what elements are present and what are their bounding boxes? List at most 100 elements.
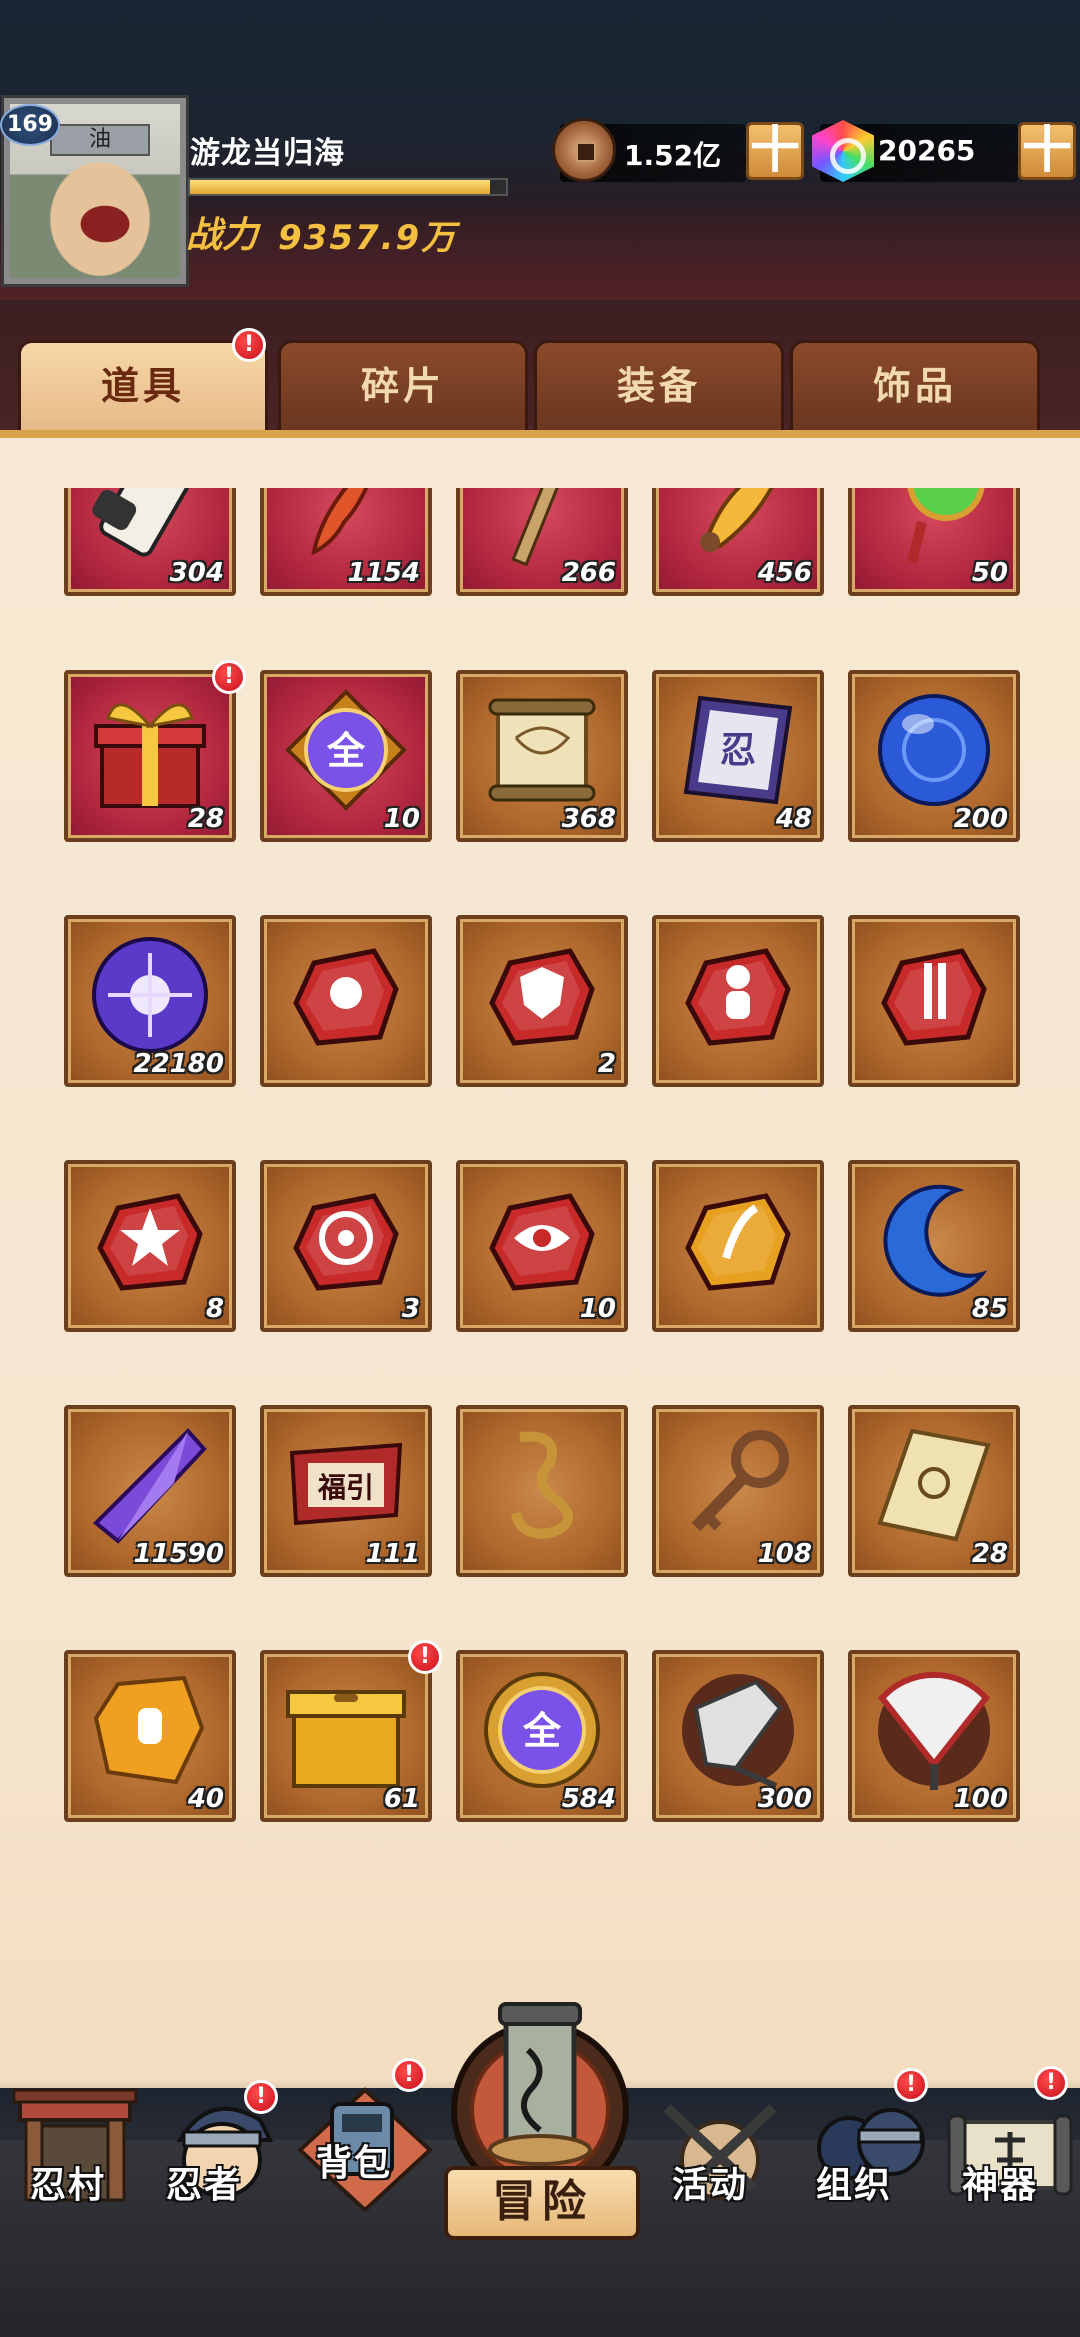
inventory-item[interactable]: 1154 [260,488,432,596]
red-stone-burst-icon [97,1193,203,1291]
nav-village-label: 忍村 [30,2165,107,2206]
item-count: 108 [757,1539,812,1569]
svg-text:福引: 福引 [317,1471,374,1504]
item-count: 10 [383,804,420,834]
inventory-item[interactable]: 40 [64,1650,236,1822]
inventory-item[interactable]: 266 [456,488,628,596]
inventory-item[interactable] [456,1405,628,1577]
war-fan-icon [878,1671,990,1790]
tab-equipment[interactable]: 装备 [534,340,784,432]
nav-backpack-label: 背包 [316,2143,393,2184]
nav-ninja-label: 忍者 [166,2165,243,2206]
golden-box-icon [286,1690,406,1788]
key-icon [691,1430,789,1532]
inventory-item[interactable] [260,915,432,1087]
power-value: 9357.9万 [278,218,458,258]
inventory-item[interactable]: 11590 [64,1405,236,1577]
scroll-icon [92,488,201,557]
inventory-item[interactable]: 108 [652,1405,824,1577]
player-name: 游龙当归海 [190,136,345,171]
item-count: 111 [365,1539,420,1569]
item-count: 8 [205,1294,224,1324]
purple-orb-gold-quan-icon: 全 [484,1672,600,1788]
item-count: 28 [971,1539,1008,1569]
inventory-item[interactable] [848,915,1020,1087]
tab-items[interactable]: 道具 [18,340,268,432]
nav-artifact-alert-badge: ! [1034,2066,1068,2100]
red-stone-shield-icon [489,948,595,1046]
red-stone-figure-icon [685,948,791,1046]
inventory-item[interactable]: 50 [848,488,1020,596]
inventory-item[interactable]: 85 [848,1160,1020,1332]
inventory-item[interactable]: 全 584 [456,1650,628,1822]
blue-moon-icon [883,1184,988,1297]
purple-crystal-icon [93,1428,207,1544]
amber-stone-icon [93,1675,205,1785]
purple-energy-orb-icon [92,937,208,1053]
item-count: 61 [383,1784,420,1814]
inventory-item[interactable]: 3 [260,1160,432,1332]
inventory-item[interactable]: 304 [64,488,236,596]
nav-organization-label: 组织 [816,2165,893,2206]
map-scroll-icon [488,698,596,802]
inventory-item[interactable] [652,1160,824,1332]
item-count: 1154 [347,558,420,588]
inventory-item[interactable]: 2 [456,915,628,1087]
nav-organization-alert-badge: ! [894,2068,928,2102]
item-count: 85 [971,1294,1008,1324]
red-stone-kunai-icon [881,948,987,1046]
flame-feather-icon [311,488,369,556]
tab-underline [0,430,1080,438]
add-gems-button[interactable]: 十 [1018,122,1076,180]
add-coins-button[interactable]: 十 [746,122,804,180]
nav-ninja-alert-badge: ! [244,2080,278,2114]
inventory-item[interactable]: 22180 [64,915,236,1087]
inventory-item[interactable]: 100 [848,1650,1020,1822]
inventory-item[interactable]: 10 [456,1160,628,1332]
item-count: 200 [953,804,1008,834]
inventory-item[interactable]: 368 [456,670,628,842]
inventory-item[interactable]: 忍 48 [652,670,824,842]
silver-blade-icon [682,1674,794,1789]
power-label: 战力 [186,215,259,256]
nav-artifact-label: 神器 [962,2165,1039,2206]
inventory-grid[interactable]: 304 1154 266 456 50 28! 全 10 368 忍 48 200 22180 2 8 … [0,488,1080,1826]
gold-stone-icon [685,1193,791,1291]
svg-text:全: 全 [326,729,366,773]
inventory-item[interactable]: 8 [64,1160,236,1332]
inventory-item[interactable]: 28 [848,1405,1020,1577]
item-count: 266 [561,558,616,588]
inventory-item[interactable] [652,915,824,1087]
inventory-item[interactable]: 200 [848,670,1020,842]
golden-feather-icon [700,488,774,552]
stick-icon [511,488,575,566]
rope-icon [511,1431,573,1539]
fortune-banner-icon: 福引 [289,1442,403,1526]
inventory-item[interactable]: 全 10 [260,670,432,842]
nav-activity-label: 活动 [672,2165,749,2206]
inventory-item[interactable]: 300 [652,1650,824,1822]
red-stone-fist-icon [293,948,399,1046]
talisman-icon: 忍 [683,695,793,805]
item-count: 100 [953,1784,1008,1814]
item-alert-badge: ! [212,660,246,694]
item-count: 300 [757,1784,812,1814]
inventory-item[interactable]: 61! [260,1640,442,1822]
item-count: 304 [169,558,224,588]
inventory-panel[interactable]: 304 1154 266 456 50 28! 全 10 368 忍 48 200 22180 2 8 … [0,438,1080,2088]
inventory-item[interactable]: 456 [652,488,824,596]
inventory-item[interactable]: 福引 111 [260,1405,432,1577]
item-count: 3 [401,1294,420,1324]
coin-amount: 1.52亿 [624,139,722,172]
inventory-item[interactable]: 28! [64,660,246,842]
tab-items-alert-badge: ! [232,328,266,362]
tab-fragments[interactable]: 碎片 [278,340,528,432]
copper-coin-icon [552,118,616,182]
gem-amount: 20265 [878,134,976,167]
green-jade-icon [907,488,985,564]
svg-text:忍: 忍 [720,730,756,771]
item-alert-badge: ! [408,1640,442,1674]
tab-accessories[interactable]: 饰品 [790,340,1040,432]
red-stone-eye-icon [489,1193,595,1291]
item-count: 11590 [133,1539,224,1569]
